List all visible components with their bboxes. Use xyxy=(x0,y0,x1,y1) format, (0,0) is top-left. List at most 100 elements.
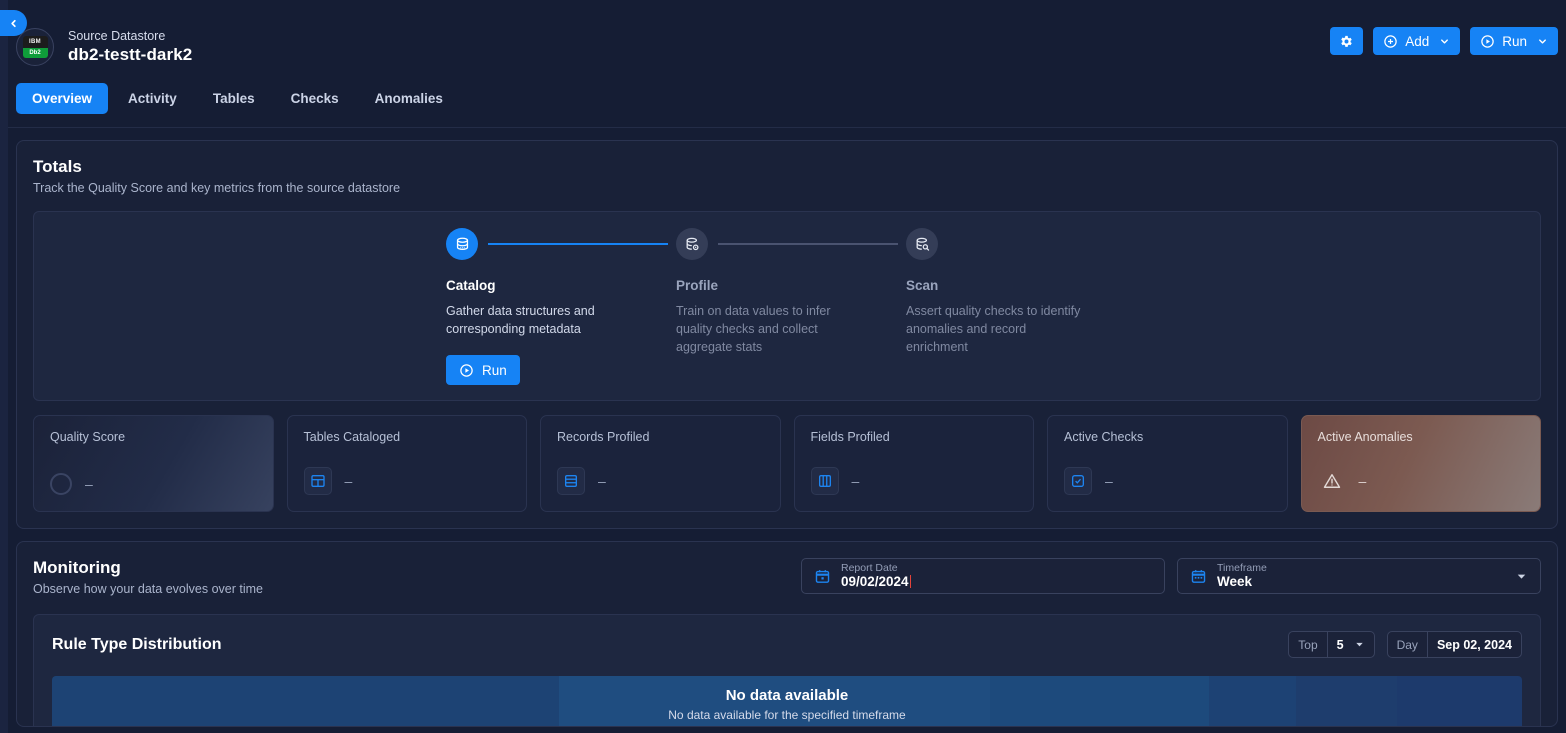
chart-controls: Top 5 Day Sep 02, 2024 xyxy=(1288,631,1522,658)
tab-label: Tables xyxy=(212,91,255,106)
top-n-selector[interactable]: Top 5 xyxy=(1288,631,1375,658)
warning-triangle-icon xyxy=(1323,474,1340,488)
metric-label: Records Profiled xyxy=(557,430,650,444)
metric-cards: Quality Score – Tables Cataloged – Recor… xyxy=(33,415,1541,512)
metric-card-quality-score[interactable]: Quality Score – xyxy=(33,415,274,512)
step-scan[interactable]: Scan Assert quality checks to identify a… xyxy=(906,228,1116,356)
report-date-value[interactable]: 09/02/2024 xyxy=(841,574,911,590)
metric-value: – xyxy=(1358,473,1367,489)
step-catalog[interactable]: Catalog Gather data structures and corre… xyxy=(446,228,676,385)
chevron-down-icon[interactable] xyxy=(1515,570,1528,583)
ibm-db2-logo-icon: IBM Db2 xyxy=(22,36,48,58)
pipeline-stepper-card: Catalog Gather data structures and corre… xyxy=(33,211,1541,401)
top-n-value: 5 xyxy=(1336,637,1344,652)
monitoring-titles: Monitoring Observe how your data evolves… xyxy=(33,558,263,596)
metric-card-fields-profiled[interactable]: Fields Profiled – xyxy=(793,415,1034,512)
timeframe-value: Week xyxy=(1217,574,1253,589)
settings-button[interactable] xyxy=(1330,27,1364,55)
metric-row: – xyxy=(303,467,353,495)
metric-row: – xyxy=(1064,467,1113,495)
logo-bottom-text: Db2 xyxy=(22,48,48,58)
play-circle-icon xyxy=(1481,34,1494,48)
bar-segments xyxy=(52,676,1522,726)
header-actions: Add Run xyxy=(1330,27,1558,55)
database-icon xyxy=(456,237,468,250)
step-head xyxy=(446,228,676,260)
report-date-text: 09/02/2024 xyxy=(841,574,909,589)
monitoring-panel: Monitoring Observe how your data evolves… xyxy=(16,541,1558,727)
table-icon xyxy=(310,475,325,487)
chevron-down-icon[interactable] xyxy=(1537,36,1548,47)
page-header: IBM Db2 Source Datastore db2-testt-dark2… xyxy=(8,0,1566,128)
day-value: Sep 02, 2024 xyxy=(1436,637,1512,652)
top-n-value-wrap: 5 xyxy=(1328,638,1374,652)
timeframe-field[interactable]: Timeframe Week xyxy=(1177,558,1541,594)
chevron-down-icon[interactable] xyxy=(1354,639,1365,650)
totals-title: Totals xyxy=(33,157,82,176)
timeframe-label: Timeframe xyxy=(1217,562,1267,574)
tab-tables[interactable]: Tables xyxy=(197,83,271,114)
back-button[interactable] xyxy=(0,10,27,36)
metric-row: – xyxy=(1318,467,1367,495)
metric-value: – xyxy=(1105,473,1113,489)
metric-icon-wrap xyxy=(303,467,332,495)
rows-icon xyxy=(565,475,577,487)
tab-label: Anomalies xyxy=(374,91,443,106)
tab-bar: Overview Activity Tables Checks Anomalie… xyxy=(16,83,459,114)
page-title: db2-testt-dark2 xyxy=(68,45,193,64)
metric-card-records-profiled[interactable]: Records Profiled – xyxy=(540,415,781,512)
plus-circle-icon xyxy=(1384,34,1397,48)
day-key: Day xyxy=(1396,637,1418,652)
metric-icon-wrap xyxy=(810,467,839,495)
step-circle xyxy=(446,228,478,260)
datastore-kind: Source Datastore xyxy=(68,29,166,43)
step-circle xyxy=(676,228,708,260)
metric-row: – xyxy=(810,467,859,495)
metric-label: Active Anomalies xyxy=(1317,430,1413,444)
metric-card-active-checks[interactable]: Active Checks – xyxy=(1047,415,1288,512)
tab-overview[interactable]: Overview xyxy=(16,83,109,114)
add-button[interactable]: Add xyxy=(1373,27,1461,55)
database-search-icon xyxy=(916,237,929,251)
monitoring-subtitle: Observe how your data evolves over time xyxy=(33,582,263,596)
top-n-key: Top xyxy=(1298,637,1318,652)
chart-header: Rule Type Distribution Top 5 Day Sep 02, xyxy=(52,631,1522,658)
tab-checks[interactable]: Checks xyxy=(275,83,355,114)
play-circle-icon xyxy=(460,363,473,377)
run-button-label: Run xyxy=(1502,33,1527,49)
page-container: IBM Db2 Source Datastore db2-testt-dark2… xyxy=(8,0,1566,733)
tab-label: Checks xyxy=(290,91,339,106)
step-name: Catalog xyxy=(446,278,496,293)
report-date-field[interactable]: Report Date 09/02/2024 xyxy=(801,558,1165,594)
monitoring-filters: Report Date 09/02/2024 Timeframe Week xyxy=(801,558,1541,594)
step-run-button[interactable]: Run xyxy=(446,355,520,385)
run-button[interactable]: Run xyxy=(1470,27,1558,55)
day-selector[interactable]: Day Sep 02, 2024 xyxy=(1386,631,1522,658)
bar-segment xyxy=(1397,676,1522,726)
tab-activity[interactable]: Activity xyxy=(112,83,193,114)
columns-icon xyxy=(818,475,831,487)
metric-label: Tables Cataloged xyxy=(303,430,401,444)
step-profile[interactable]: Profile Train on data values to infer qu… xyxy=(676,228,906,356)
logo-top-text: IBM xyxy=(29,39,41,45)
monitoring-title: Monitoring xyxy=(33,558,121,577)
step-head xyxy=(676,228,906,260)
metric-value: – xyxy=(85,476,93,492)
totals-subtitle: Track the Quality Score and key metrics … xyxy=(33,181,401,195)
add-button-label: Add xyxy=(1405,33,1430,49)
metric-row: – xyxy=(50,473,93,495)
metric-card-tables-cataloged[interactable]: Tables Cataloged – xyxy=(286,415,527,512)
tab-anomalies[interactable]: Anomalies xyxy=(359,83,459,114)
totals-panel: Totals Track the Quality Score and key m… xyxy=(16,140,1558,529)
datastore-identity: IBM Db2 Source Datastore db2-testt-dark2 xyxy=(16,28,192,66)
metric-label: Quality Score xyxy=(50,430,126,444)
metric-card-active-anomalies[interactable]: Active Anomalies – xyxy=(1300,415,1541,512)
metric-value: – xyxy=(344,473,353,489)
pipeline-stepper: Catalog Gather data structures and corre… xyxy=(446,228,1116,385)
metric-icon-wrap xyxy=(557,467,585,495)
step-description: Gather data structures and corresponding… xyxy=(446,304,595,336)
text-cursor xyxy=(909,575,911,588)
bar-segment xyxy=(1295,676,1397,726)
chevron-down-icon[interactable] xyxy=(1439,36,1450,47)
metric-icon-wrap xyxy=(1064,467,1092,495)
